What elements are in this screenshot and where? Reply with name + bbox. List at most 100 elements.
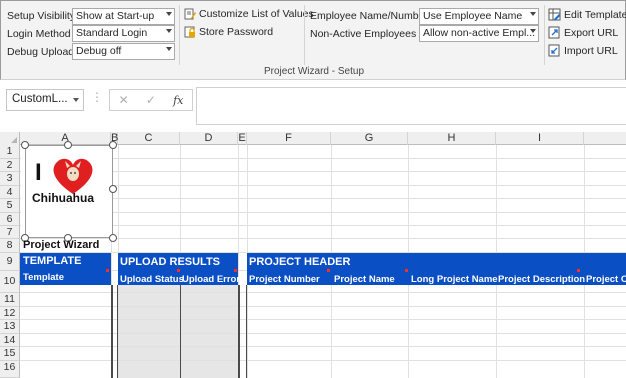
column-header[interactable]: I [496,132,584,145]
ribbon: Setup Visibility Show at Start-up Login … [0,0,626,80]
project-wizard-label: Project Wizard [23,239,100,251]
spreadsheet-grid: A B C D E F G H I 1 2 3 4 5 6 7 8 9 10 1… [0,132,626,378]
column-header[interactable]: D [180,132,238,145]
required-marker [177,269,180,272]
upload-status-subheader: Upload Status [120,274,184,285]
template-subheader: Template [23,272,65,283]
row-header[interactable]: 11 [0,293,20,307]
insert-function-icon[interactable]: fx [173,94,183,107]
login-method-label: Login Method [7,28,71,40]
row-header[interactable]: 10 [0,271,20,293]
customize-list-button[interactable]: Customize List of Values [184,8,314,20]
employee-name-number-select[interactable]: Use Employee Name [419,8,539,25]
formula-buttons: ✕ ✓ fx [109,89,193,111]
non-active-employees-label: Non-Active Employees [310,28,417,40]
project-header-title: PROJECT HEADER [249,256,351,268]
customize-list-label: Customize List of Values [199,8,314,20]
template-header-band: TEMPLATE Template [20,253,111,285]
more-icon: ⋮ [91,90,103,104]
store-password-label: Store Password [199,26,274,38]
upload-error-subheader: Upload Error [182,274,241,285]
row-header[interactable]: 3 [0,172,20,186]
row-header[interactable]: 12 [0,307,20,320]
chevron-down-icon [73,98,79,102]
column-header[interactable]: F [247,132,331,145]
chevron-down-icon [166,12,172,16]
row-header[interactable]: 7 [0,226,20,239]
edit-template-label: Edit Template [564,8,626,21]
employee-name-number-value: Use Employee Name [423,10,523,22]
divider [544,5,545,65]
setup-visibility-value: Show at Start-up [76,10,155,22]
column-header[interactable]: H [408,132,496,145]
upload-results-header-band: UPLOAD RESULTS Upload Status Upload Erro… [118,253,241,285]
edit-template-icon [548,8,561,21]
non-active-employees-value: Allow non-active Empl... [423,27,536,39]
required-marker [106,269,109,272]
required-marker [405,269,408,272]
project-o-subheader: Project O [586,274,626,285]
debug-upload-value: Debug off [76,45,122,57]
select-all-corner[interactable] [0,132,20,145]
required-marker [327,269,330,272]
divider [179,5,180,65]
store-password-button[interactable]: Store Password [184,26,273,38]
non-active-employees-select[interactable]: Allow non-active Empl... [419,25,539,42]
chevron-down-icon [530,12,536,16]
long-project-name-subheader: Long Project Name [411,274,498,285]
lock-icon [184,26,195,38]
chevron-down-icon [166,47,172,51]
row-header[interactable]: 2 [0,159,20,172]
row-header[interactable]: 8 [0,239,20,253]
template-title: TEMPLATE [23,255,82,267]
divider [304,5,305,65]
formula-bar: CustomL... ⋮ ✕ ✓ fx [0,80,626,132]
project-name-subheader: Project Name [334,274,395,285]
chevron-down-icon [166,29,172,33]
name-box[interactable]: CustomL... [6,89,84,111]
project-header-band: PROJECT HEADER Project Number Project Na… [247,253,626,285]
column-header[interactable]: G [331,132,408,145]
import-url-label: Import URL [564,44,618,57]
project-number-subheader: Project Number [249,274,320,285]
login-method-select[interactable]: Standard Login [72,25,175,42]
project-description-subheader: Project Description [498,274,586,285]
resize-handle[interactable] [109,141,117,149]
edit-list-icon [184,8,196,20]
resize-handle[interactable] [109,185,117,193]
row-header[interactable]: 4 [0,186,20,199]
column-header[interactable]: E [238,132,247,145]
cancel-icon[interactable]: ✕ [119,93,129,107]
export-icon [548,26,560,39]
row-header[interactable]: 9 [0,253,20,271]
import-icon [548,44,560,57]
row-header[interactable]: 5 [0,199,20,213]
row-header[interactable]: 14 [0,334,20,347]
row-header[interactable]: 16 [0,361,20,378]
row-header[interactable]: 15 [0,347,20,361]
login-method-value: Standard Login [76,27,148,39]
chevron-down-icon [530,29,536,33]
edit-template-button[interactable]: Edit Template [548,8,626,21]
formula-input[interactable] [196,87,626,125]
required-marker [234,269,237,272]
debug-upload-label: Debug Upload [7,46,75,58]
debug-upload-select[interactable]: Debug off [72,43,175,60]
row-header[interactable]: 6 [0,213,20,226]
column-header[interactable]: C [118,132,180,145]
setup-visibility-select[interactable]: Show at Start-up [72,8,175,25]
required-marker [577,269,580,272]
row-header[interactable]: 1 [0,145,20,159]
resize-handle[interactable] [64,141,72,149]
export-url-button[interactable]: Export URL [548,26,618,39]
row-header[interactable]: 13 [0,320,20,334]
import-url-button[interactable]: Import URL [548,44,618,57]
resize-handle[interactable] [109,234,117,242]
select-all-icon [11,137,17,143]
ribbon-group-label: Project Wizard - Setup [263,66,365,77]
upload-results-area [118,279,238,378]
name-box-value: CustomL... [12,93,68,105]
column-header[interactable] [584,132,626,145]
resize-handle[interactable] [21,141,29,149]
enter-icon[interactable]: ✓ [146,93,156,107]
